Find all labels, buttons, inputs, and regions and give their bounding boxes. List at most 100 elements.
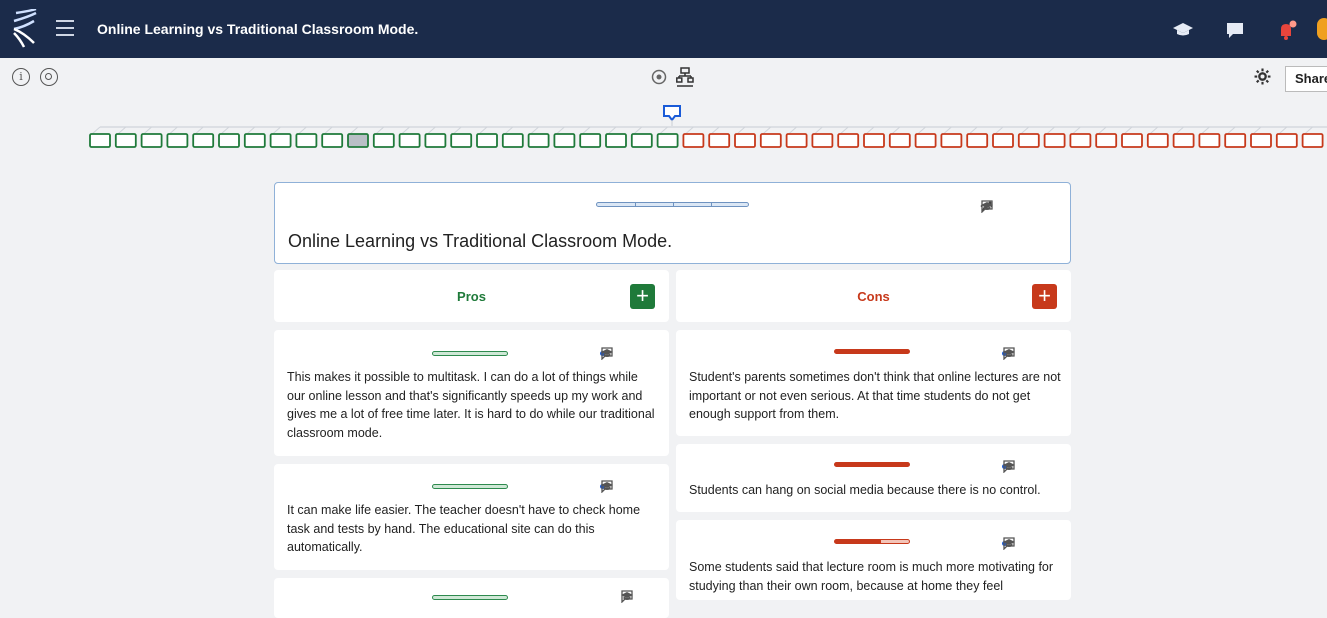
tree-con-node[interactable] xyxy=(1172,133,1195,148)
vote-distribution-bar[interactable] xyxy=(432,484,508,489)
sunburst-view-icon[interactable] xyxy=(651,69,667,85)
vote-distribution-bar[interactable] xyxy=(834,349,910,354)
tree-pro-node[interactable] xyxy=(321,133,344,148)
vote-distribution-bar[interactable] xyxy=(432,351,508,356)
thesis-title: Online Learning vs Traditional Classroom… xyxy=(288,231,673,251)
graduation-cap-icon[interactable] xyxy=(1172,20,1194,40)
comment-icon[interactable] xyxy=(620,589,634,603)
vote-distribution-bar[interactable] xyxy=(834,462,910,467)
tree-pro-node[interactable] xyxy=(372,133,395,148)
tree-pro-node[interactable] xyxy=(192,133,215,148)
tree-pro-node[interactable] xyxy=(656,133,679,148)
pros-label: Pros xyxy=(457,289,486,304)
tree-pro-node[interactable] xyxy=(424,133,447,148)
vote-distribution-bar[interactable] xyxy=(432,595,508,600)
tree-con-node[interactable] xyxy=(1069,133,1092,148)
tree-con-node[interactable] xyxy=(682,133,705,148)
tree-connector xyxy=(1252,126,1262,135)
tree-pro-node[interactable] xyxy=(114,133,137,148)
pro-claim-card[interactable]: It can make life easier. The teacher doe… xyxy=(274,464,669,570)
tree-pro-node[interactable] xyxy=(553,133,576,148)
tree-pro-node[interactable] xyxy=(605,133,627,148)
tree-connector xyxy=(556,126,565,135)
tree-con-node[interactable] xyxy=(1017,133,1040,148)
comment-icon[interactable] xyxy=(1002,346,1016,360)
thesis-card[interactable]: ··· Online Learning vs Traditional Class… xyxy=(274,182,1071,264)
con-claim-card[interactable]: Student's parents sometimes don't think … xyxy=(676,330,1071,436)
tree-con-node[interactable] xyxy=(785,133,808,148)
info-icon[interactable]: i xyxy=(12,68,30,86)
tree-con-node[interactable] xyxy=(1043,133,1066,148)
tree-branch-line xyxy=(100,120,1327,128)
bell-icon[interactable] xyxy=(1276,20,1298,40)
comment-icon[interactable] xyxy=(1002,459,1016,473)
tree-con-node[interactable] xyxy=(1198,133,1221,148)
tree-pro-node[interactable] xyxy=(630,133,653,148)
tree-con-node[interactable] xyxy=(1146,133,1169,148)
comment-icon[interactable] xyxy=(1002,536,1016,550)
app-title: Online Learning vs Traditional Classroom… xyxy=(97,21,419,37)
chat-icon[interactable] xyxy=(1224,20,1246,40)
tree-con-node[interactable] xyxy=(734,133,756,148)
add-con-button[interactable]: + xyxy=(1032,284,1057,309)
tree-connector xyxy=(478,126,488,135)
top-bar: Online Learning vs Traditional Classroom… xyxy=(0,0,1327,58)
pro-claim-card[interactable] xyxy=(274,578,669,618)
tree-con-node[interactable] xyxy=(1095,133,1118,148)
comment-icon[interactable] xyxy=(600,346,614,360)
hamburger-menu-icon[interactable] xyxy=(56,20,74,36)
vote-distribution-bar[interactable] xyxy=(596,202,749,207)
tree-con-node[interactable] xyxy=(966,133,989,148)
tree-con-node[interactable] xyxy=(914,133,937,148)
comment-icon[interactable] xyxy=(980,199,994,213)
gear-icon[interactable] xyxy=(1254,68,1271,85)
tree-view-icon[interactable] xyxy=(676,67,694,87)
tree-con-node[interactable] xyxy=(811,133,834,148)
con-claim-card[interactable]: Students can hang on social media becaus… xyxy=(676,444,1071,512)
tree-pro-node[interactable] xyxy=(243,133,266,148)
tree-pro-node[interactable] xyxy=(140,133,163,148)
tree-connector xyxy=(1201,126,1210,135)
tree-con-node[interactable] xyxy=(1121,133,1143,148)
tree-pro-node[interactable] xyxy=(347,133,369,148)
tree-con-node[interactable] xyxy=(1224,133,1247,148)
tree-connector xyxy=(1097,126,1107,135)
tree-con-node[interactable] xyxy=(1275,133,1298,148)
tree-pro-node[interactable] xyxy=(501,133,524,148)
pro-claim-card[interactable]: This makes it possible to multitask. I c… xyxy=(274,330,669,456)
tree-connector xyxy=(736,126,746,135)
share-button[interactable]: Share xyxy=(1285,66,1327,92)
comment-icon[interactable] xyxy=(600,479,614,493)
vote-distribution-bar[interactable] xyxy=(834,539,910,544)
tree-con-node[interactable] xyxy=(1250,133,1272,148)
tree-con-node[interactable] xyxy=(888,133,911,148)
kialo-logo-icon[interactable] xyxy=(10,9,40,49)
tree-pro-node[interactable] xyxy=(166,133,189,148)
tree-pro-node[interactable] xyxy=(89,133,111,148)
tree-root-node[interactable] xyxy=(663,105,681,122)
eye-icon[interactable] xyxy=(40,68,58,86)
tree-pro-node[interactable] xyxy=(398,133,421,148)
tree-con-node[interactable] xyxy=(759,133,782,148)
tree-con-node[interactable] xyxy=(1301,133,1324,148)
tree-con-node[interactable] xyxy=(863,133,885,148)
tree-pro-node[interactable] xyxy=(579,133,602,148)
con-claim-card[interactable]: Some students said that lecture room is … xyxy=(676,520,1071,600)
tree-pro-node[interactable] xyxy=(295,133,318,148)
tree-con-node[interactable] xyxy=(708,133,731,148)
tree-pro-node[interactable] xyxy=(450,133,473,148)
tree-pro-node[interactable] xyxy=(218,133,240,148)
tree-connector xyxy=(891,126,901,135)
argument-tree-map[interactable] xyxy=(0,100,1327,160)
avatar[interactable] xyxy=(1317,18,1327,40)
tree-pro-node[interactable] xyxy=(269,133,292,148)
tree-pro-node[interactable] xyxy=(527,133,550,148)
add-pro-button[interactable]: + xyxy=(630,284,655,309)
tree-con-node[interactable] xyxy=(837,133,860,148)
tree-con-node[interactable] xyxy=(992,133,1014,148)
tree-pro-node[interactable] xyxy=(476,133,498,148)
tree-connector xyxy=(659,126,668,135)
claim-text: Student's parents sometimes don't think … xyxy=(689,370,1061,421)
tree-connector xyxy=(1020,126,1030,135)
tree-con-node[interactable] xyxy=(940,133,963,148)
